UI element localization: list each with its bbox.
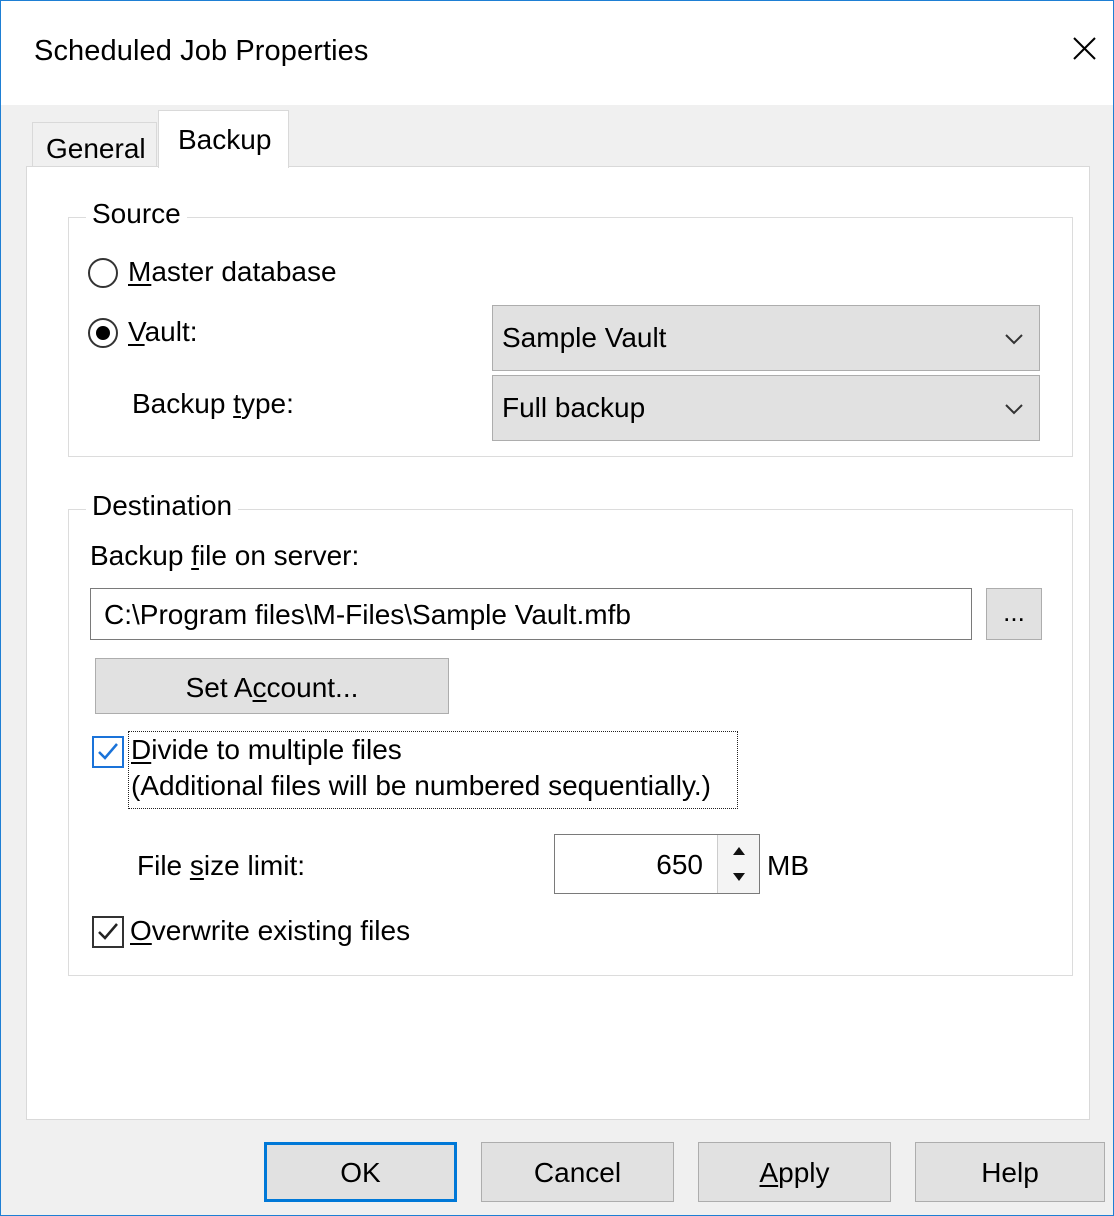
- divide-files-checkbox[interactable]: [92, 736, 124, 768]
- browse-button-label: ...: [1003, 597, 1025, 627]
- tab-backup[interactable]: Backup: [158, 110, 289, 168]
- checkmark-icon: [98, 923, 118, 940]
- spin-down-button[interactable]: [718, 864, 760, 893]
- divide-files-note: (Additional files will be numbered seque…: [131, 770, 712, 801]
- file-size-limit-label: File size limit:: [137, 850, 306, 881]
- tab-strip: General Backup: [1, 105, 1113, 168]
- backup-file-path-value: C:\Program files\M-Files\Sample Vault.mf…: [104, 599, 631, 630]
- destination-groupbox: Destination Backup file on server: C:\Pr…: [68, 490, 1073, 976]
- backup-file-label: Backup file on server:: [90, 540, 360, 571]
- backup-type-select-value: Full backup: [502, 392, 646, 423]
- help-button-label: Help: [981, 1157, 1039, 1188]
- help-button[interactable]: Help: [915, 1142, 1105, 1202]
- master-database-radio-circle[interactable]: [88, 258, 118, 288]
- tab-general[interactable]: General: [32, 122, 157, 167]
- vault-select[interactable]: Sample Vault: [492, 305, 1040, 371]
- radio-selected-dot: [96, 326, 110, 340]
- browse-button[interactable]: ...: [986, 588, 1042, 640]
- source-legend: Source: [86, 198, 187, 230]
- ok-button[interactable]: OK: [264, 1142, 457, 1202]
- caret-up-icon: [733, 847, 745, 855]
- tab-general-label: General: [46, 133, 146, 164]
- master-database-label: Master database: [128, 256, 337, 287]
- vault-label: Vault:: [128, 316, 198, 347]
- cancel-button[interactable]: Cancel: [481, 1142, 674, 1202]
- divide-files-label-focus[interactable]: Divide to multiple files (Additional fil…: [128, 731, 738, 809]
- master-database-radio[interactable]: Master database: [88, 254, 388, 292]
- divide-files-label: Divide to multiple files: [131, 734, 402, 765]
- backup-file-path-input[interactable]: C:\Program files\M-Files\Sample Vault.mf…: [90, 588, 972, 640]
- overwrite-files-checkbox[interactable]: [92, 916, 124, 948]
- close-button[interactable]: [1059, 27, 1107, 75]
- backup-type-label: Backup type:: [132, 388, 294, 419]
- file-size-limit-value: 650: [656, 849, 703, 880]
- spin-up-button[interactable]: [718, 835, 760, 864]
- apply-button[interactable]: Apply: [698, 1142, 891, 1202]
- backup-type-select[interactable]: Full backup: [492, 375, 1040, 441]
- set-account-label: Set Account...: [185, 672, 359, 703]
- file-size-limit-spinbox[interactable]: 650: [554, 834, 760, 894]
- file-size-unit: MB: [767, 850, 809, 881]
- dialog-window: Scheduled Job Properties General Backup …: [0, 0, 1114, 1216]
- checkmark-icon: [98, 743, 118, 760]
- overwrite-files-label: Overwrite existing files: [130, 915, 411, 946]
- spin-buttons: [717, 835, 759, 893]
- chevron-down-icon: [1005, 334, 1023, 345]
- title-bar: Scheduled Job Properties: [1, 1, 1113, 105]
- tab-panel-backup: Source Master database Vault: Sample Vau…: [26, 166, 1090, 1120]
- dialog-title: Scheduled Job Properties: [34, 35, 369, 67]
- destination-legend: Destination: [86, 490, 239, 522]
- tab-backup-label: Backup: [178, 124, 272, 155]
- caret-down-icon: [733, 873, 745, 881]
- ok-button-label: OK: [340, 1157, 381, 1188]
- apply-button-label: Apply: [759, 1157, 830, 1188]
- source-groupbox: Source Master database Vault: Sample Vau…: [68, 198, 1073, 457]
- vault-select-value: Sample Vault: [502, 322, 667, 353]
- vault-radio[interactable]: Vault:: [88, 314, 288, 352]
- close-icon: [1073, 37, 1096, 60]
- vault-radio-circle[interactable]: [88, 318, 118, 348]
- chevron-down-icon: [1005, 404, 1023, 415]
- cancel-button-label: Cancel: [533, 1157, 622, 1188]
- set-account-button[interactable]: Set Account...: [95, 658, 449, 714]
